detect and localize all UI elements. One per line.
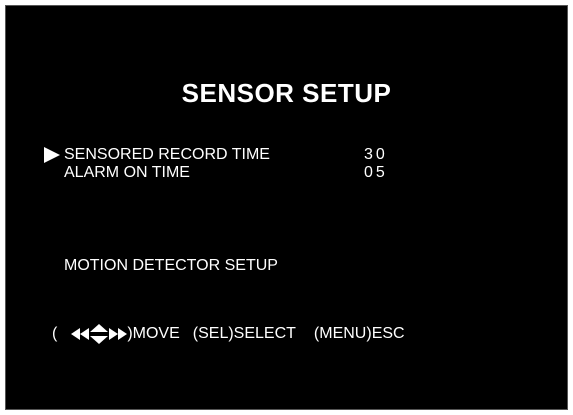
menu-item-label: SENSORED RECORD TIME [64,146,270,163]
menu-item-motion-detector-setup[interactable]: MOTION DETECTOR SETUP [64,257,278,275]
left-arrow-icon [80,328,90,340]
page-title: SENSOR SETUP [181,78,392,108]
menu-item-label: ALARM ON TIME [64,164,190,181]
down-arrow-icon [90,336,109,344]
footer-help: ( )MOVE (SEL)SELECT (MENU)ESC [52,324,405,344]
up-down-arrow-icon [90,324,109,344]
selection-cursor-icon [44,147,60,163]
move-hint: )MOVE [127,325,180,342]
menu-item-value[interactable]: 30 [364,146,388,164]
up-arrow-icon [90,324,109,332]
open-paren: ( [52,325,58,342]
menu-item-label: MOTION DETECTOR SETUP [64,257,278,274]
left-arrow-icon [71,328,81,340]
arrow-keys-icon [71,324,128,344]
osd-screen: SENSOR SETUP SENSORED RECORD TIME 30 ALA… [5,5,568,410]
menu-item-value[interactable]: 05 [364,164,388,182]
esc-hint: (MENU)ESC [313,325,405,342]
right-arrow-icon [118,328,128,340]
right-arrow-icon [109,328,119,340]
select-hint: (SEL)SELECT [192,325,296,342]
